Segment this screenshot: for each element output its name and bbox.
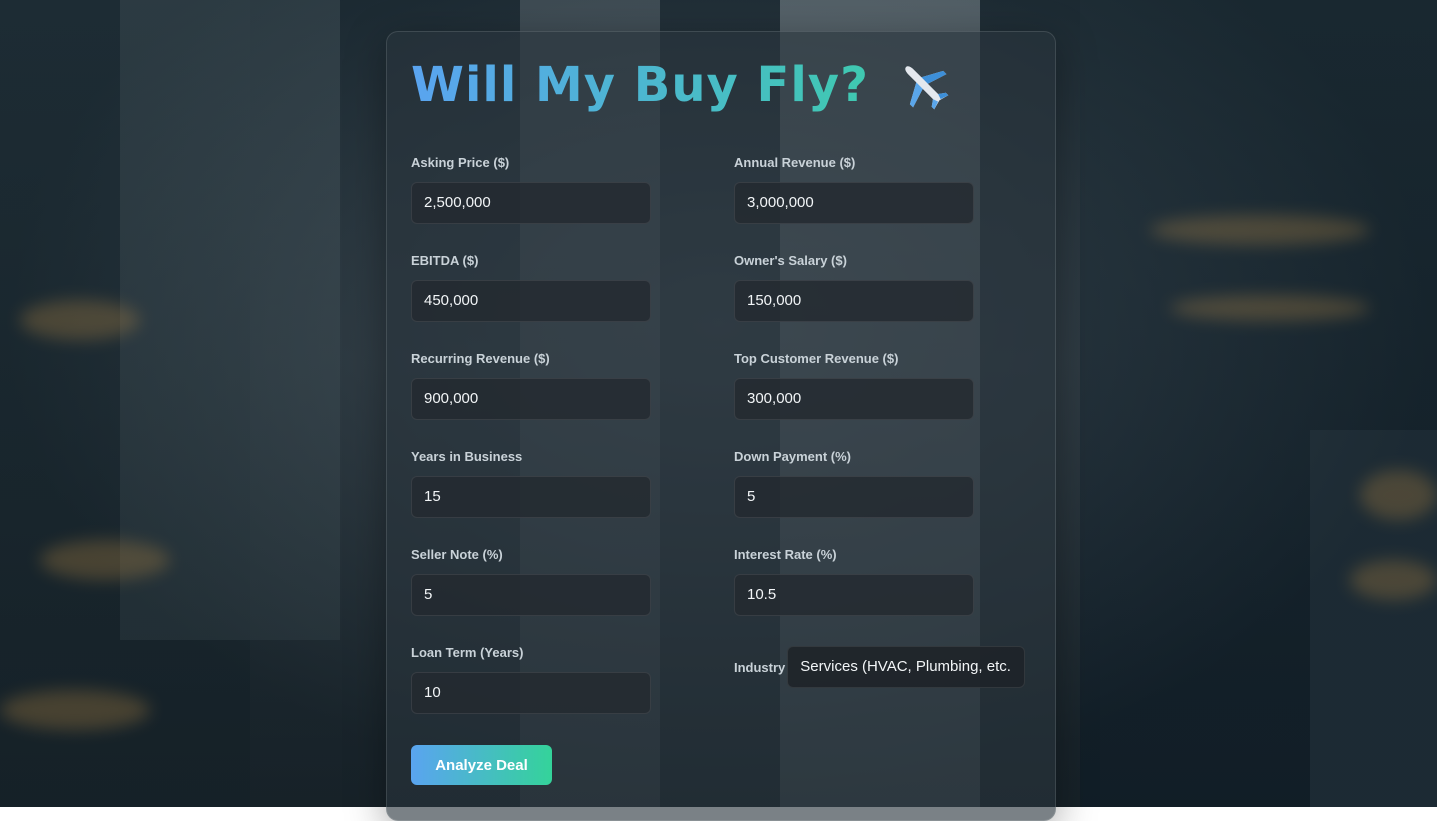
analyze-deal-button[interactable]: Analyze Deal [411,745,552,785]
recurring-revenue-field: Recurring Revenue ($) 900,000 [411,350,651,420]
owners-salary-input[interactable]: 150,000 [734,280,974,322]
annual-revenue-input[interactable]: 3,000,000 [734,182,974,224]
interest-rate-field: Interest Rate (%) 10.5 [734,546,974,616]
years-in-business-label: Years in Business [411,449,523,464]
recurring-revenue-label: Recurring Revenue ($) [411,351,550,366]
top-customer-revenue-field: Top Customer Revenue ($) 300,000 [734,350,974,420]
annual-revenue-label: Annual Revenue ($) [734,155,856,170]
down-payment-input[interactable]: 5 [734,476,974,518]
loan-term-field: Loan Term (Years) 10 [411,644,651,714]
asking-price-label: Asking Price ($) [411,155,510,170]
interest-rate-input[interactable]: 10.5 [734,574,974,616]
annual-revenue-field: Annual Revenue ($) 3,000,000 [734,154,974,224]
top-customer-revenue-input[interactable]: 300,000 [734,378,974,420]
seller-note-label: Seller Note (%) [411,547,503,562]
years-in-business-input[interactable]: 15 [411,476,651,518]
deal-form-card: Will My Buy Fly? Asking Price ($) 2,500,… [386,31,1056,821]
ebitda-field: EBITDA ($) 450,000 [411,252,651,322]
ebitda-input[interactable]: 450,000 [411,280,651,322]
down-payment-label: Down Payment (%) [734,449,852,464]
interest-rate-label: Interest Rate (%) [734,547,837,562]
loan-term-label: Loan Term (Years) [411,645,524,660]
down-payment-field: Down Payment (%) 5 [734,448,974,518]
loan-term-input[interactable]: 10 [411,672,651,714]
owners-salary-field: Owner's Salary ($) 150,000 [734,252,974,322]
seller-note-input[interactable]: 5 [411,574,651,616]
years-in-business-field: Years in Business 15 [411,448,651,518]
asking-price-input[interactable]: 2,500,000 [411,182,651,224]
owners-salary-label: Owner's Salary ($) [734,253,847,268]
industry-label: Industry [734,659,786,675]
recurring-revenue-input[interactable]: 900,000 [411,378,651,420]
ebitda-label: EBITDA ($) [411,253,479,268]
seller-note-field: Seller Note (%) 5 [411,546,651,616]
title-text: Will My Buy Fly? [411,54,869,116]
asking-price-field: Asking Price ($) 2,500,000 [411,154,651,224]
page-title: Will My Buy Fly? [411,54,953,116]
industry-field: Industry Services (HVAC, Plumbing, etc. [734,646,1026,688]
airplane-icon [905,66,949,110]
industry-select[interactable]: Services (HVAC, Plumbing, etc. [787,646,1026,688]
top-customer-revenue-label: Top Customer Revenue ($) [734,351,899,366]
